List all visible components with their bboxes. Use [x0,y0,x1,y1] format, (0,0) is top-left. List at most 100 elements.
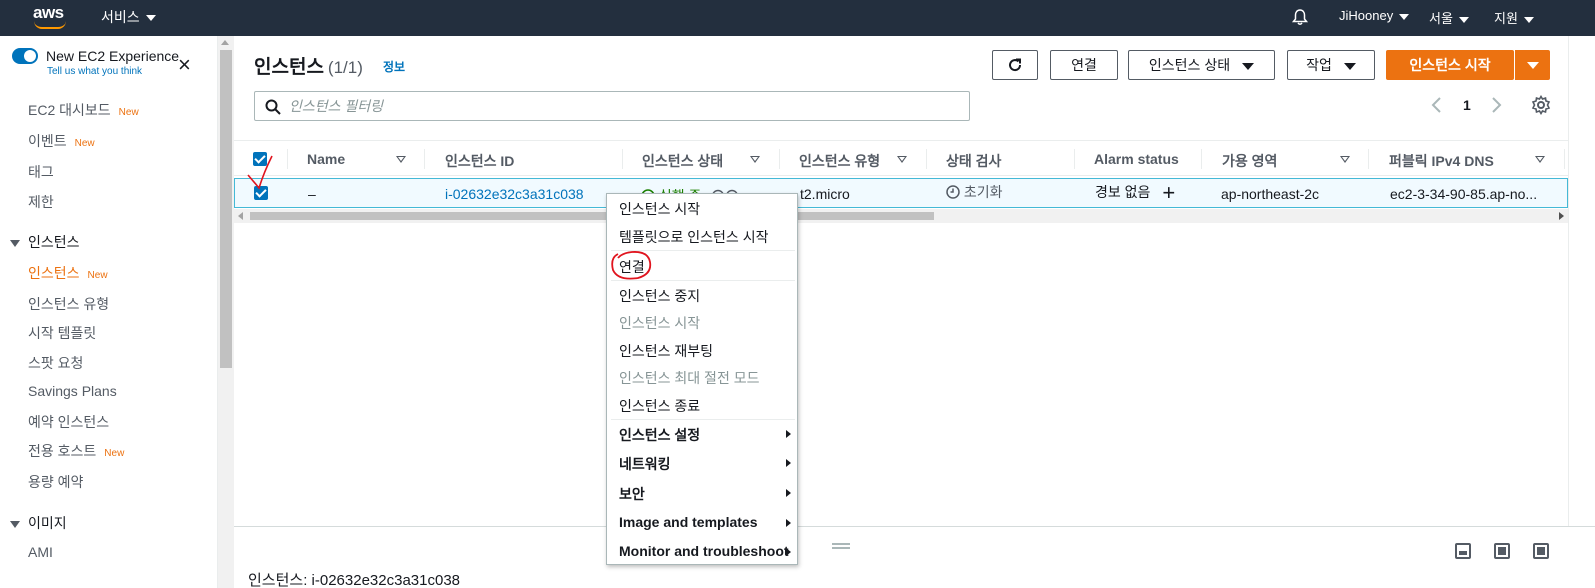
support-menu[interactable]: 지원 [1494,8,1534,27]
add-alarm-plus-icon[interactable]: + [1162,180,1175,205]
sidebar-section-images[interactable]: 이미지 [10,513,67,533]
chevron-left-icon[interactable] [1430,96,1444,114]
sort-icon[interactable] [1340,156,1350,163]
launch-instances-dropdown[interactable] [1514,50,1550,80]
aws-logo[interactable]: aws [33,3,69,31]
sidebar-item-savings-plans[interactable]: Savings Plans [28,383,117,399]
column-header-availability-zone[interactable]: 가용 영역 [1222,151,1277,171]
sidebar-item-instance-types[interactable]: 인스턴스 유형 [28,294,109,314]
sort-icon[interactable] [750,156,760,163]
services-label: 서비스 [101,9,140,25]
horizontal-scrollbar-thumb[interactable] [250,212,934,220]
drag-handle-icon[interactable] [832,543,850,549]
sidebar-scrollbar-thumb[interactable] [220,50,232,368]
sidebar-item-ami[interactable]: AMI [28,544,53,560]
table-header: Name 인스턴스 ID 인스턴스 상태 인스턴스 유형 상태 검사 Alarm… [234,140,1568,176]
column-header-instance-type[interactable]: 인스턴스 유형 [799,151,880,171]
column-header-instance-id[interactable]: 인스턴스 ID [445,151,514,171]
refresh-icon [1009,58,1022,72]
sidebar-item-tags[interactable]: 태그 [28,162,54,182]
caret-down-icon [1343,62,1356,70]
sidebar-item-capacity-reservations[interactable]: 용량 예약 [28,472,83,492]
user-menu[interactable]: JiHooney [1339,8,1410,23]
new-badge: New [74,138,95,149]
region-name: 서울 [1429,11,1453,26]
menu-item-instance-settings[interactable]: 인스턴스 설정 [619,425,700,445]
chevron-right-icon[interactable] [1489,96,1503,114]
close-icon[interactable]: × [178,54,196,76]
menu-item-start-instance[interactable]: 인스턴스 시작 [619,199,700,219]
aws-logo-text: aws [33,3,64,22]
gear-icon[interactable] [1531,95,1551,115]
chevron-down-icon [145,15,156,22]
column-header-alarm-status[interactable]: Alarm status [1094,151,1179,167]
page-number[interactable]: 1 [1463,97,1471,113]
actions-button[interactable]: 작업 [1287,50,1375,80]
menu-item-launch-from-template[interactable]: 템플릿으로 인스턴스 시작 [619,227,768,247]
table-horizontal-scrollbar[interactable] [234,209,1568,223]
column-header-public-dns[interactable]: 퍼블릭 IPv4 DNS [1389,151,1494,171]
menu-item-security[interactable]: 보안 [619,484,645,504]
menu-item-monitor-and-troubleshoot[interactable]: Monitor and troubleshoot [619,543,789,559]
panel-full-layout-icon[interactable] [1533,543,1549,559]
services-menu[interactable]: 서비스 [101,7,156,27]
sidebar-item-events[interactable]: 이벤트 New [28,131,95,151]
cell-public-dns: ec2-3-34-90-85.ap-no... [1390,186,1538,202]
instance-filter [254,91,970,121]
menu-item-reboot-instance[interactable]: 인스턴스 재부팅 [619,341,713,361]
menu-item-stop-instance[interactable]: 인스턴스 중지 [619,286,700,306]
menu-separator [611,280,795,281]
region-menu[interactable]: 서울 [1429,8,1469,27]
sidebar-item-limits[interactable]: 제한 [28,192,54,212]
column-separator [287,149,288,169]
panel-side-layout-icon[interactable] [1494,543,1510,559]
search-input[interactable] [289,97,949,115]
cell-instance-id-link[interactable]: i-02632e32c3a31c038 [445,186,584,202]
sidebar-item-launch-templates[interactable]: 시작 템플릿 [28,323,96,343]
sidebar-item-spot-requests[interactable]: 스팟 요청 [28,353,83,373]
menu-item-connect[interactable]: 연결 [619,257,645,277]
sort-icon[interactable] [1535,156,1545,163]
sidebar-item-label: 인스턴스 유형 [28,296,110,312]
column-header-instance-state[interactable]: 인스턴스 상태 [642,151,723,171]
sidebar-item-dedicated-hosts[interactable]: 전용 호스트 New [28,441,124,461]
sidebar-section-instances[interactable]: 인스턴스 [10,232,80,252]
sidebar-item-reserved-instances[interactable]: 예약 인스턴스 [28,412,109,432]
new-badge: New [118,107,139,118]
new-badge: New [87,270,108,281]
launch-instances-button[interactable]: 인스턴스 시작 [1386,50,1514,80]
main-vertical-scrollbar[interactable] [1568,36,1595,526]
sort-icon[interactable] [897,156,907,163]
column-separator [622,149,623,169]
refresh-button[interactable] [992,50,1038,80]
row-checkbox[interactable] [254,186,268,200]
scroll-right-icon[interactable] [1559,212,1564,220]
scroll-left-icon[interactable] [238,212,243,220]
connect-button[interactable]: 연결 [1050,50,1118,80]
info-link[interactable]: 정보 [383,58,405,75]
table-row[interactable]: – i-02632e32c3a31c038 실행 중 t2.micro 초기화 … [234,178,1568,208]
instance-state-button[interactable]: 인스턴스 상태 [1128,50,1275,80]
feedback-link[interactable]: Tell us what you think [47,66,142,77]
sidebar-item-ec2-dashboard[interactable]: EC2 대시보드 New [28,100,139,120]
scroll-up-icon[interactable] [221,40,229,45]
menu-separator [611,250,795,251]
sidebar-item-label: 예약 인스턴스 [28,414,110,430]
sort-icon[interactable] [396,156,406,163]
menu-item-image-and-templates[interactable]: Image and templates [619,514,758,530]
menu-item-networking[interactable]: 네트워킹 [619,454,671,474]
new-experience-toggle[interactable] [12,48,38,64]
toggle-knob [24,50,36,62]
actions-label: 작업 [1306,57,1332,73]
split-panel: 인스턴스: i-02632e32c3a31c038 [234,526,1595,588]
sidebar-item-instances[interactable]: 인스턴스 New [28,263,108,283]
column-separator [1564,149,1565,169]
select-all-checkbox[interactable] [253,152,267,166]
column-separator [1074,149,1075,169]
menu-item-terminate-instance[interactable]: 인스턴스 종료 [619,396,700,416]
menu-item-start-instance-disabled: 인스턴스 시작 [619,315,701,331]
column-header-name[interactable]: Name [307,151,345,167]
column-header-status-check[interactable]: 상태 검사 [946,151,1001,171]
bell-icon[interactable] [1291,8,1309,26]
panel-bottom-layout-icon[interactable] [1455,543,1471,559]
